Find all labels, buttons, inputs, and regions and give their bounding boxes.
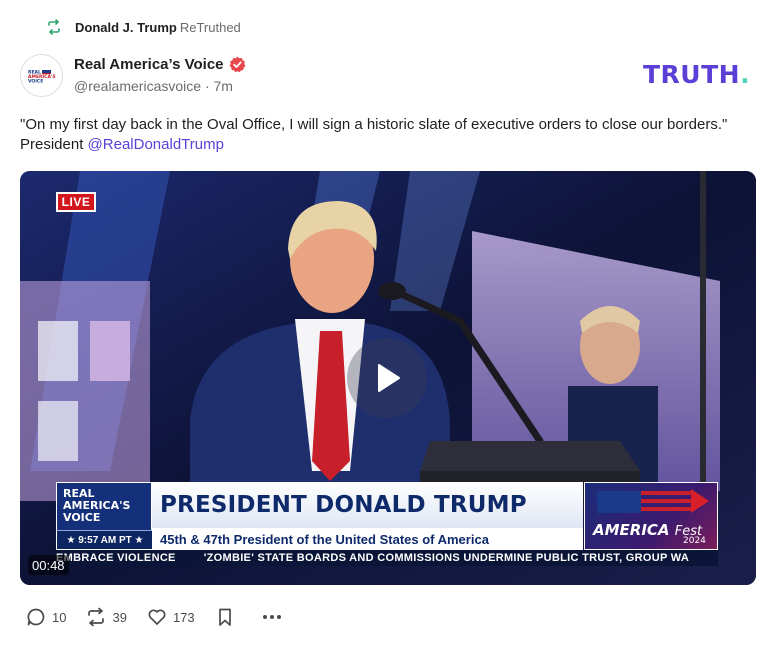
heart-icon <box>148 609 166 625</box>
more-dots-icon <box>262 615 281 619</box>
bookmark-icon <box>218 608 231 626</box>
reply-button[interactable]: 10 <box>26 607 66 627</box>
more-options-button[interactable] <box>261 607 289 627</box>
author-display-name[interactable]: Real America’s Voice <box>74 56 224 73</box>
star-icon: ★ <box>66 534 79 546</box>
like-button[interactable]: 173 <box>147 607 195 627</box>
post-mention-link[interactable]: @RealDonaldTrump <box>88 136 224 153</box>
news-ticker: EMBRACE VIOLENCE 'ZOMBIE' STATE BOARDS A… <box>56 550 718 566</box>
meta-separator: · <box>204 78 210 94</box>
retruth-button[interactable]: 39 <box>86 607 127 627</box>
post-text: "On my first day back in the Oval Office… <box>20 115 740 155</box>
avatar-text-line3: VOICE <box>28 79 43 85</box>
promo-script: Fest <box>674 524 703 539</box>
retruth-icon <box>88 607 105 627</box>
lower-third-main: PRESIDENT DONALD TRUMP 45th & 47th Presi… <box>152 482 583 550</box>
star-icon: ★ <box>131 534 144 546</box>
retruth-label: ReTruthed <box>179 19 241 35</box>
flag-graphic: 2024 <box>597 489 709 546</box>
verified-badge-icon <box>229 56 246 73</box>
reply-icon <box>27 608 45 626</box>
retruth-header: Donald J. Trump ReTruthed <box>46 17 241 37</box>
lower-third-title: PRESIDENT DONALD TRUMP <box>152 482 583 528</box>
retruth-count: 39 <box>112 609 127 625</box>
lower-third-subtitle: 45th & 47th President of the United Stat… <box>152 528 583 550</box>
author-handle[interactable]: @realamericasvoice <box>74 78 201 94</box>
lower-third-brand: REAL AMERICA'S VOICE <box>63 488 149 524</box>
lower-third-time: ★ 9:57 AM PT ★ <box>57 530 153 549</box>
action-bar: 10 39 173 <box>26 606 309 628</box>
retruth-icon <box>46 19 62 35</box>
play-button[interactable] <box>347 338 427 418</box>
lower-third-promo: 2024 AMERICA Fest <box>584 482 718 550</box>
bookmark-button[interactable] <box>215 607 241 627</box>
video-player[interactable]: LIVE REAL AMERICA'S VOICE ★ 9:57 AM PT ★… <box>20 171 756 585</box>
avatar[interactable]: REAL AMERICA'S VOICE <box>20 54 63 97</box>
lower-third-brand-line3: VOICE <box>63 511 101 524</box>
video-duration: 00:48 <box>28 555 69 575</box>
retruth-user-name[interactable]: Donald J. Trump <box>75 20 177 35</box>
ticker-item: EMBRACE VIOLENCE <box>56 552 176 564</box>
author-block: Real America’s Voice @realamericasvoice … <box>74 54 246 94</box>
lower-third-time-text: 9:57 AM PT <box>78 534 132 546</box>
promo-word: AMERICA <box>593 521 670 539</box>
live-badge: LIVE <box>56 192 96 212</box>
lower-third: REAL AMERICA'S VOICE ★ 9:57 AM PT ★ PRES… <box>56 482 718 550</box>
ticker-item: 'ZOMBIE' STATE BOARDS AND COMMISSIONS UN… <box>203 552 690 564</box>
lower-third-channel-logo: REAL AMERICA'S VOICE ★ 9:57 AM PT ★ <box>56 482 153 550</box>
reply-count: 10 <box>52 609 67 625</box>
truth-logo-text: TRUTH <box>643 60 741 89</box>
truth-logo-dot: . <box>740 60 751 89</box>
post-time[interactable]: 7m <box>214 78 233 94</box>
promo-text: AMERICA Fest <box>593 521 702 539</box>
like-count: 173 <box>172 609 195 625</box>
truth-logo[interactable]: TRUTH. <box>643 60 750 89</box>
play-icon <box>378 364 400 392</box>
author-handle-row: @realamericasvoice · 7m <box>74 78 246 94</box>
